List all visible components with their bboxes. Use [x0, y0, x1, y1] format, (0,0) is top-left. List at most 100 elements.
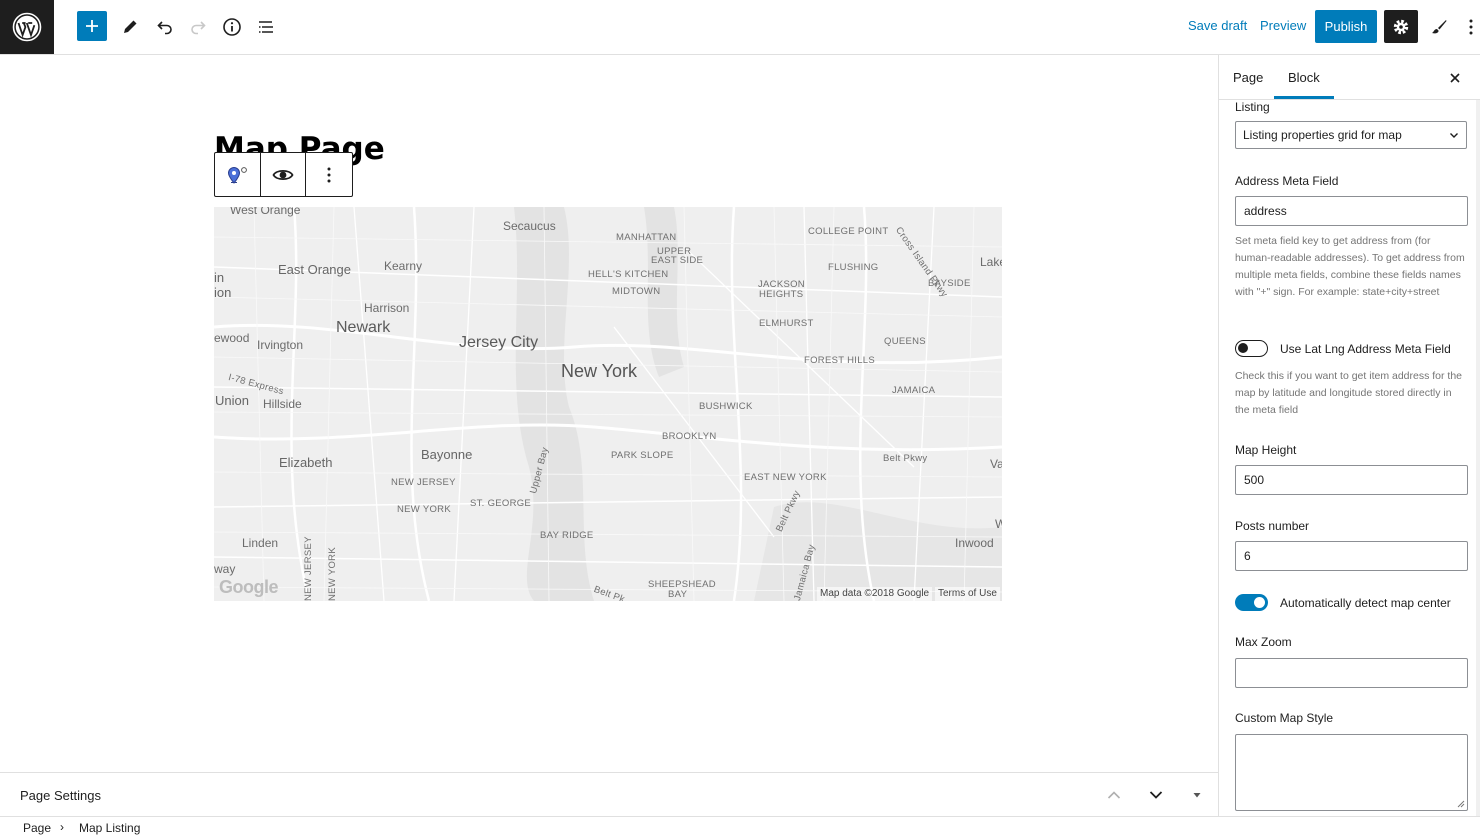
- redo-icon: [191, 21, 206, 35]
- styles-button[interactable]: [1423, 11, 1455, 43]
- map-label: Elizabeth: [279, 455, 333, 470]
- chevron-down-icon: [1149, 791, 1163, 799]
- map-label: Union: [215, 393, 249, 408]
- details-button[interactable]: [216, 11, 248, 43]
- auto-center-toggle[interactable]: [1235, 594, 1268, 611]
- block-options-button[interactable]: [306, 153, 352, 196]
- options-menu-button[interactable]: [1462, 11, 1480, 43]
- more-vertical-icon: [327, 167, 331, 182]
- wordpress-logo-button[interactable]: [0, 0, 54, 54]
- map-label: BAY RIDGE: [540, 530, 594, 541]
- listing-label: Listing: [1235, 100, 1270, 114]
- map-label: Linden: [242, 536, 279, 550]
- sidebar-tabs: Page Block: [1219, 55, 1480, 100]
- map-label: EAST NEW YORK: [744, 472, 827, 483]
- posts-number-input[interactable]: 6: [1235, 541, 1468, 571]
- tab-block[interactable]: Block: [1274, 70, 1334, 99]
- move-up-button[interactable]: [1104, 785, 1124, 805]
- latlng-toggle[interactable]: [1235, 340, 1268, 357]
- brush-icon: [1432, 20, 1447, 34]
- map-label: NEW YORK: [397, 504, 451, 515]
- listing-select-value: Listing properties grid for map: [1243, 128, 1402, 142]
- publish-button[interactable]: Publish: [1315, 10, 1377, 43]
- preview-toggle-button[interactable]: [261, 153, 307, 196]
- map-height-label: Map Height: [1235, 443, 1297, 457]
- map-label: W: [995, 517, 1002, 531]
- pencil-icon: [124, 20, 137, 33]
- map-label: BUSHWICK: [699, 401, 753, 412]
- map-label: Irvington: [257, 338, 304, 352]
- terms-of-use-link[interactable]: Terms of Use: [935, 587, 1000, 601]
- posts-number-label: Posts number: [1235, 519, 1310, 533]
- map-label: Harrison: [364, 301, 410, 315]
- map-label: ELMHURST: [759, 318, 814, 329]
- max-zoom-input[interactable]: [1235, 658, 1468, 688]
- address-meta-field-input[interactable]: address: [1235, 196, 1468, 226]
- tab-page[interactable]: Page: [1233, 70, 1263, 85]
- breadcrumb-current[interactable]: Map Listing: [79, 821, 140, 835]
- max-zoom-label: Max Zoom: [1235, 635, 1292, 649]
- map-label: Secaucus: [503, 219, 556, 233]
- map-block[interactable]: West Orange Secaucus MANHATTAN UPPER EAS…: [214, 207, 1002, 601]
- map-label: New York: [561, 361, 638, 381]
- map-label: Kearny: [384, 259, 423, 273]
- add-block-button[interactable]: [77, 11, 107, 41]
- custom-map-style-label: Custom Map Style: [1235, 711, 1334, 725]
- chevron-up-icon: [1107, 791, 1121, 799]
- page-settings-title[interactable]: Page Settings: [20, 788, 101, 803]
- listing-select[interactable]: Listing properties grid for map: [1235, 121, 1467, 149]
- map-label: Hillside: [263, 397, 302, 411]
- toggle-panel-button[interactable]: [1187, 785, 1207, 805]
- map-label: NEW YORK: [327, 547, 338, 601]
- settings-button[interactable]: [1384, 10, 1418, 43]
- map-label: Lake: [980, 255, 1002, 269]
- map-label: ST. GEORGE: [470, 498, 532, 509]
- close-icon: [1450, 73, 1460, 83]
- eye-icon: [272, 169, 294, 180]
- map-height-input[interactable]: 500: [1235, 465, 1468, 495]
- settings-sidebar: Page Block Listing Listing properties gr…: [1218, 55, 1480, 816]
- list-view-button[interactable]: [250, 11, 282, 43]
- editor-canvas: Map Page West Orange Secaucus MANHATTAN …: [0, 55, 1218, 772]
- block-toolbar: [214, 152, 353, 197]
- google-logo[interactable]: Google: [219, 577, 279, 598]
- page-settings-panel: Page Settings: [0, 772, 1218, 816]
- redo-button[interactable]: [182, 11, 214, 43]
- map-label: NEW JERSEY: [391, 477, 456, 488]
- preview-button[interactable]: Preview: [1260, 18, 1306, 33]
- list-view-icon: [259, 21, 273, 33]
- breadcrumb-separator-icon: ›: [60, 820, 64, 834]
- plus-icon: [86, 20, 98, 32]
- save-draft-button[interactable]: Save draft: [1188, 18, 1247, 33]
- map-label: Inwood: [955, 536, 994, 550]
- map-label: Newark: [336, 319, 391, 336]
- map-label: EAST SIDE: [651, 255, 704, 266]
- map-label: ion: [214, 285, 232, 300]
- map-label: MANHATTAN: [616, 232, 677, 243]
- map-label: BAY: [668, 589, 688, 600]
- map-label: FOREST HILLS: [804, 355, 875, 366]
- breadcrumb-page[interactable]: Page: [23, 821, 51, 835]
- gear-icon: [1393, 19, 1409, 34]
- caret-down-icon: [1193, 793, 1201, 798]
- map-label: FLUSHING: [828, 262, 879, 273]
- map-label: HEIGHTS: [759, 289, 804, 300]
- close-sidebar-button[interactable]: [1445, 68, 1465, 88]
- block-type-button[interactable]: [215, 153, 261, 196]
- undo-button[interactable]: [149, 11, 181, 43]
- resize-grip-icon[interactable]: [1456, 799, 1465, 808]
- map-label: BAYSIDE: [928, 278, 971, 289]
- map-attribution: Map data ©2018 Google: [817, 587, 933, 601]
- map-label: JAMAICA: [892, 385, 936, 396]
- sidebar-scrollbar[interactable]: [1476, 100, 1480, 816]
- custom-map-style-textarea[interactable]: [1235, 734, 1468, 811]
- info-icon: [223, 18, 241, 36]
- edit-tools-button[interactable]: [114, 11, 146, 43]
- move-down-button[interactable]: [1146, 785, 1166, 805]
- map-label: East Orange: [278, 262, 351, 277]
- map-label: MIDTOWN: [612, 286, 661, 297]
- latlng-toggle-label: Use Lat Lng Address Meta Field: [1280, 342, 1451, 356]
- map-label: COLLEGE POINT: [808, 226, 889, 237]
- map-label: Bayonne: [421, 447, 473, 462]
- more-vertical-icon: [1469, 19, 1473, 35]
